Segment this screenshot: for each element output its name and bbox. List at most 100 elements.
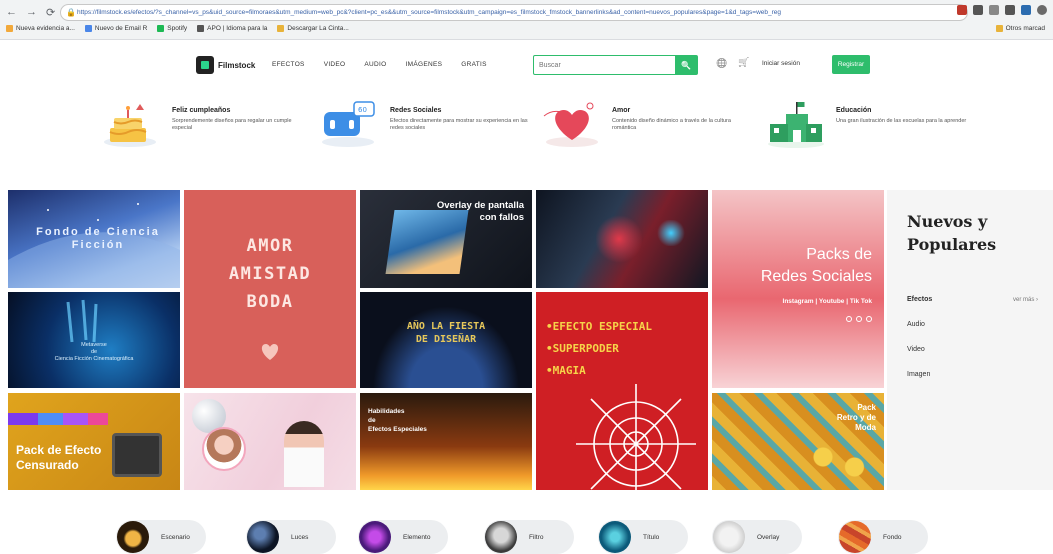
extension-icon[interactable] [973,5,983,15]
tile-special-effects-red[interactable]: •EFECTO ESPECIAL •SUPERPODER •MAGIA [536,292,708,490]
panel-item-video[interactable]: Video [907,346,925,353]
category-love[interactable]: Amor Contenido diseño dinámico a través … [540,98,752,150]
spiderweb-icon [576,384,696,490]
carousel-dots [846,316,872,322]
chat-bubble-icon: 60 [318,98,382,150]
signup-button[interactable]: Registrar [832,55,870,74]
extension-icons [957,5,1047,15]
pill-thumbnail [599,521,631,553]
extension-icon[interactable] [1021,5,1031,15]
glitch-bars [8,413,108,425]
search-icon: 🔍 [681,60,691,70]
tile-scifi-background[interactable]: Fondo de Ciencia Ficción [8,190,180,288]
pill-elemento[interactable]: Elemento [358,520,448,554]
browser-nav: ← → ⟳ [6,6,55,19]
extension-icon[interactable] [957,5,967,15]
reload-icon[interactable]: ⟳ [46,6,55,19]
tile-title-group: Packs de Redes Sociales [760,246,872,285]
panel-item-efectos[interactable]: Efectos [907,296,932,303]
bookmark-item[interactable]: Descargar La Cinta... [277,25,349,32]
bookmark-item[interactable]: Nuevo de Email R [84,25,147,32]
nav-item-imagenes[interactable]: IMÁGENES [406,61,443,68]
tile-love-friendship-wedding[interactable]: AMOR AMISTAD BODA [184,190,356,388]
pill-luces[interactable]: Luces [246,520,336,554]
category-desc: Una gran ilustración de las escuelas par… [836,118,967,124]
tile-title-group: AMOR AMISTAD BODA [228,236,312,312]
pill-titulo[interactable]: Título [598,520,688,554]
bookmark-item[interactable]: Spotify [157,25,187,32]
category-social[interactable]: 60 Redes Sociales Efectos directamente p… [318,98,530,150]
see-more-link[interactable]: ver más › [1013,297,1038,303]
new-popular-panel: Nuevos y Populares Efectos Audio Video I… [887,190,1053,490]
logo-text: Filmstock [218,60,256,70]
url-text: https://filmstock.es/efectos/?s_channel=… [77,9,782,16]
search-button[interactable]: 🔍 [675,56,697,74]
extension-icon[interactable] [989,5,999,15]
bookmark-icon [157,25,165,32]
pill-thumbnail [485,521,517,553]
tile-metaverse[interactable]: Metaverse de Ciencia Ficción Cinematográ… [8,292,180,388]
school-icon [764,98,828,150]
tile-title-group: Pack Retro y de Moda [836,403,876,432]
panel-item-audio[interactable]: Audio [907,321,925,328]
pill-thumbnail [839,521,871,553]
extension-icon[interactable] [1005,5,1015,15]
back-icon[interactable]: ← [6,6,17,19]
pill-escenario[interactable]: Escenario [116,520,206,554]
tile-social-packs[interactable]: Packs de Redes Sociales Instagram | Yout… [712,190,884,388]
pill-thumbnail [713,521,745,553]
login-link[interactable]: Iniciar sesión [762,60,800,67]
tile-retro-pack[interactable]: Pack Retro y de Moda [712,393,884,490]
nav-item-video[interactable]: VIDEO [324,61,346,68]
category-birthday[interactable]: Feliz cumpleaños Sorprendemente diseños … [100,98,312,150]
bookmark-item[interactable]: Nueva evidencia a... [6,25,75,32]
tile-censored-pack[interactable]: Pack de Efecto Censurado [8,393,180,490]
portrait-figure [284,421,324,487]
tile-fire-effects[interactable]: Habilidades de Efectos Especiales [360,393,532,490]
bookmark-icon [84,25,92,32]
category-desc: Sorprendemente diseños para regalar un c… [172,118,292,131]
neon-light [656,220,686,246]
pill-thumbnail [359,521,391,553]
pill-thumbnail [117,521,149,553]
pill-overlay[interactable]: Overlay [712,520,802,554]
tile-title-group: AÑO LA FIESTA DE DISEÑAR [406,321,486,345]
folder-icon [995,25,1003,32]
pill-fondo[interactable]: Fondo [838,520,928,554]
cart-icon[interactable]: 🛒 [738,57,749,68]
main-nav: EFECTOS VIDEO AUDIO IMÁGENES GRATIS [272,61,487,68]
tile-social-portraits[interactable] [184,393,356,490]
nav-item-gratis[interactable]: GRATIS [461,61,487,68]
tile-title-group: Habilidades de Efectos Especiales [368,408,427,433]
panel-title: Nuevos y Populares [907,212,997,254]
bookmark-icon [6,25,13,32]
search-box: 🔍 [533,55,698,75]
pill-filtro[interactable]: Filtro [484,520,574,554]
portrait-circle [202,427,246,471]
nav-item-audio[interactable]: AUDIO [364,61,386,68]
tile-title-group: Metaverse de Ciencia Ficción Cinematográ… [54,342,134,362]
category-title: Feliz cumpleaños [172,107,231,114]
tile-subtitle: Instagram | Youtube | Tik Tok [782,298,872,305]
bookmark-item[interactable]: APO | Idioma para la [197,25,267,32]
category-education[interactable]: Educación Una gran ilustración de las es… [764,98,976,150]
heart-icon [261,344,279,360]
nav-item-efectos[interactable]: EFECTOS [272,61,305,68]
tile-cyber-scene[interactable] [536,190,708,288]
tv-illustration [112,433,162,477]
other-bookmarks[interactable]: Otros marcad [995,25,1045,32]
bookmarks-bar: Nueva evidencia a... Nuevo de Email R Sp… [6,25,349,32]
site-logo[interactable]: Filmstock [196,56,255,74]
globe-icon[interactable]: 🌐 [716,58,727,69]
cake-icon [100,98,164,150]
address-bar[interactable]: 🔒 https://filmstock.es/efectos/?s_channe… [60,4,968,21]
browser-chrome: ← → ⟳ 🔒 https://filmstock.es/efectos/?s_… [0,0,1053,40]
forward-icon[interactable]: → [26,6,37,19]
profile-icon[interactable] [1037,5,1047,15]
search-input[interactable] [534,56,675,74]
logo-icon [196,56,214,74]
panel-item-imagen[interactable]: Imagen [907,371,930,378]
tile-party-text-effect[interactable]: AÑO LA FIESTA DE DISEÑAR [360,292,532,388]
tile-glitch-overlay[interactable]: Overlay de pantalla con fallos [360,190,532,288]
lock-icon: 🔒 [66,8,76,17]
